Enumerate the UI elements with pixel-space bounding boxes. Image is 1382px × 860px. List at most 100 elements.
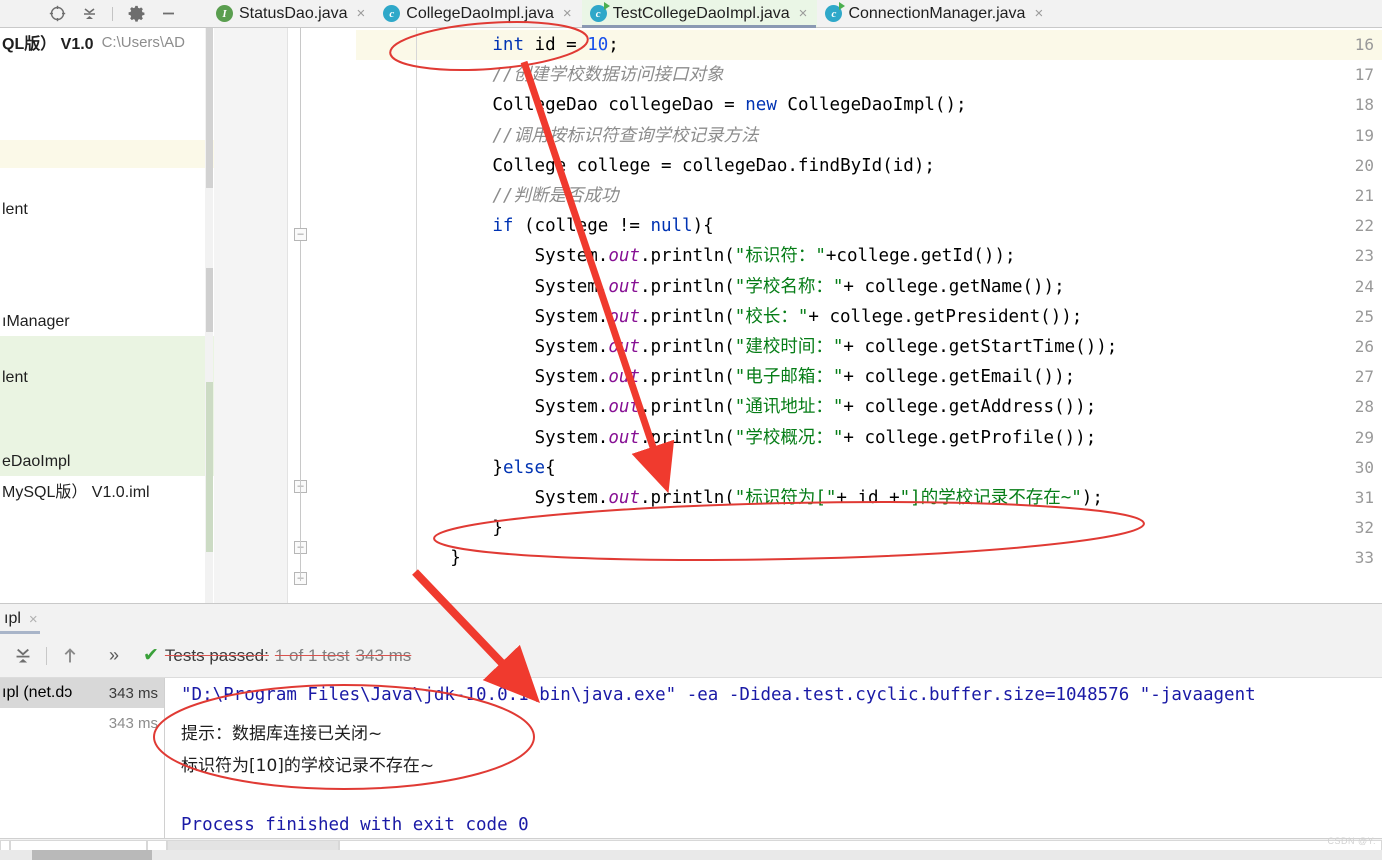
- code-line[interactable]: CollegeDao collegeDao = new CollegeDaoIm…: [492, 90, 966, 120]
- code-token: .println(: [639, 337, 735, 357]
- code-line[interactable]: System.out.println("建校时间："+ college.getS…: [535, 332, 1118, 362]
- code-line[interactable]: }: [450, 543, 461, 573]
- code-token: out: [608, 246, 640, 267]
- project-scrollbar-thumb[interactable]: [206, 28, 213, 188]
- code-line[interactable]: int id = 10;: [492, 30, 618, 60]
- line-number: 16: [1354, 35, 1374, 54]
- code-token: //调用按标识符查询学校记录方法: [492, 125, 759, 146]
- project-row-module[interactable]: QL版） V1.0 C:\Users\AD: [0, 28, 214, 56]
- code-token: out: [608, 367, 640, 388]
- project-row[interactable]: [0, 224, 214, 252]
- code-line[interactable]: College college = collegeDao.findById(id…: [492, 151, 935, 181]
- run-tool-window[interactable]: ıpl × » ✔ Tests passed: 1 of 1 test 343 …: [0, 603, 1382, 860]
- project-row-label: ıManager: [2, 313, 70, 330]
- code-token: .println(: [639, 427, 735, 448]
- code-token: if: [492, 216, 514, 237]
- project-row-iml[interactable]: MySQL版） V1.0.iml: [0, 476, 214, 504]
- code-line[interactable]: //调用按标识符查询学校记录方法: [492, 121, 758, 151]
- code-line[interactable]: //创建学校数据访问接口对象: [492, 60, 723, 90]
- code-token: .println(: [639, 246, 735, 267]
- code-token: out: [608, 306, 640, 327]
- project-row-selected[interactable]: [0, 420, 214, 448]
- run-tab-test[interactable]: ıpl ×: [0, 604, 48, 634]
- code-line[interactable]: System.out.println("学校概况："+ college.getP…: [535, 423, 1097, 453]
- code-line[interactable]: System.out.println("学校名称："+ college.getN…: [535, 272, 1065, 302]
- test-status-bar: ✔ Tests passed: 1 of 1 test 343 ms: [143, 644, 411, 667]
- tab-collegedaoimpl[interactable]: c CollegeDaoImpl.java ×: [375, 0, 581, 27]
- line-number: 27: [1354, 367, 1374, 387]
- tab-statusdao[interactable]: I StatusDao.java ×: [208, 0, 375, 27]
- code-line[interactable]: System.out.println("标识符为["+ id +"]的学校记录不…: [535, 483, 1103, 513]
- code-line[interactable]: System.out.println("校长："+ college.getPre…: [535, 302, 1083, 332]
- code-line[interactable]: System.out.println("通讯地址："+ college.getA…: [535, 392, 1097, 422]
- project-row[interactable]: [0, 56, 214, 84]
- console-line: 提示：数据库连接已关闭~: [181, 724, 383, 744]
- line-number: 32: [1354, 518, 1374, 538]
- open-file-tabs: I StatusDao.java × c CollegeDaoImpl.java…: [208, 0, 1382, 28]
- tab-label: StatusDao.java: [239, 4, 348, 22]
- collapse-all-icon[interactable]: [80, 5, 98, 23]
- hide-panel-icon[interactable]: [159, 5, 177, 23]
- run-toolbar: » ✔ Tests passed: 1 of 1 test 343 ms: [0, 634, 1382, 678]
- project-row-label: QL版） V1.0: [2, 36, 94, 53]
- editor-gutter[interactable]: [214, 28, 288, 603]
- project-row[interactable]: lent: [0, 196, 214, 224]
- test-results-tree[interactable]: ıpl (net.dɔ 343 ms 343 ms: [0, 678, 164, 860]
- code-token: }: [492, 457, 503, 478]
- project-toolbar: [0, 0, 208, 27]
- code-token: "校长：": [734, 306, 809, 327]
- tab-testcollegedaoimpl[interactable]: c TestCollegeDaoImpl.java ×: [581, 0, 818, 28]
- expand-more-icon[interactable]: »: [97, 639, 131, 673]
- line-number: 23: [1354, 246, 1374, 266]
- code-token: .println(: [639, 306, 735, 327]
- project-row-selected[interactable]: eDaoImpl: [0, 448, 214, 476]
- code-token: //创建学校数据访问接口对象: [492, 65, 724, 86]
- project-row-selected[interactable]: lent: [0, 364, 214, 392]
- locate-target-icon[interactable]: [48, 5, 66, 23]
- code-token: + college.getAddress());: [843, 397, 1097, 418]
- code-line[interactable]: }: [492, 513, 503, 543]
- code-line[interactable]: //判断是否成功: [492, 181, 618, 211]
- project-row[interactable]: [0, 112, 214, 140]
- project-row[interactable]: [0, 84, 214, 112]
- code-token: 10: [587, 35, 609, 55]
- project-row[interactable]: ıManager: [0, 308, 214, 336]
- line-number: 18: [1354, 95, 1374, 115]
- line-number: 21: [1354, 186, 1374, 205]
- close-icon[interactable]: ×: [357, 5, 366, 22]
- project-row[interactable]: [0, 280, 214, 308]
- code-line[interactable]: System.out.println("电子邮箱："+ college.getE…: [535, 362, 1076, 392]
- project-tree-panel[interactable]: QL版） V1.0 C:\Users\AD lent ıManager lent…: [0, 28, 214, 603]
- settings-gear-icon[interactable]: [127, 5, 145, 23]
- collapse-all-icon[interactable]: [6, 639, 40, 673]
- editor-fold-column[interactable]: – – – –: [288, 28, 356, 603]
- close-icon[interactable]: ×: [29, 611, 38, 628]
- project-row-selected[interactable]: [0, 392, 214, 420]
- tab-label: CollegeDaoImpl.java: [406, 4, 554, 22]
- project-row-selected[interactable]: [0, 336, 214, 364]
- fold-collapse-icon[interactable]: –: [294, 228, 307, 241]
- taskbar-item[interactable]: [32, 850, 152, 860]
- code-token: (college !=: [513, 216, 651, 237]
- project-row[interactable]: [0, 252, 214, 280]
- test-tree-row[interactable]: 343 ms: [0, 708, 164, 738]
- prev-occurrence-icon[interactable]: [53, 639, 87, 673]
- close-icon[interactable]: ×: [1034, 5, 1043, 22]
- code-token: "建校时间：": [734, 337, 844, 357]
- test-tree-row[interactable]: ıpl (net.dɔ 343 ms: [0, 678, 164, 708]
- close-icon[interactable]: ×: [799, 5, 808, 22]
- code-line[interactable]: if (college != null){: [492, 211, 713, 241]
- project-scrollbar-thumb[interactable]: [206, 382, 213, 552]
- code-editor[interactable]: – – – – 16 17 18 19 20 21 22 23 24 25 26 27 28 29 30 31…: [214, 28, 1382, 603]
- tab-connectionmanager[interactable]: c ConnectionManager.java ×: [817, 0, 1053, 27]
- project-scrollbar-thumb[interactable]: [206, 268, 213, 332]
- project-row-highlighted[interactable]: [0, 140, 214, 168]
- code-token: System.: [534, 276, 609, 297]
- editor-tab-bar: I StatusDao.java × c CollegeDaoImpl.java…: [0, 0, 1382, 28]
- code-token: System.: [534, 246, 609, 267]
- code-line[interactable]: System.out.println("标识符："+college.getId(…: [535, 241, 1016, 271]
- code-line[interactable]: }else{: [492, 453, 555, 483]
- close-icon[interactable]: ×: [563, 5, 572, 22]
- console-output[interactable]: "D:\Program Files\Java\jdk-10.0.1\bin\ja…: [164, 678, 1382, 860]
- project-row[interactable]: [0, 168, 214, 196]
